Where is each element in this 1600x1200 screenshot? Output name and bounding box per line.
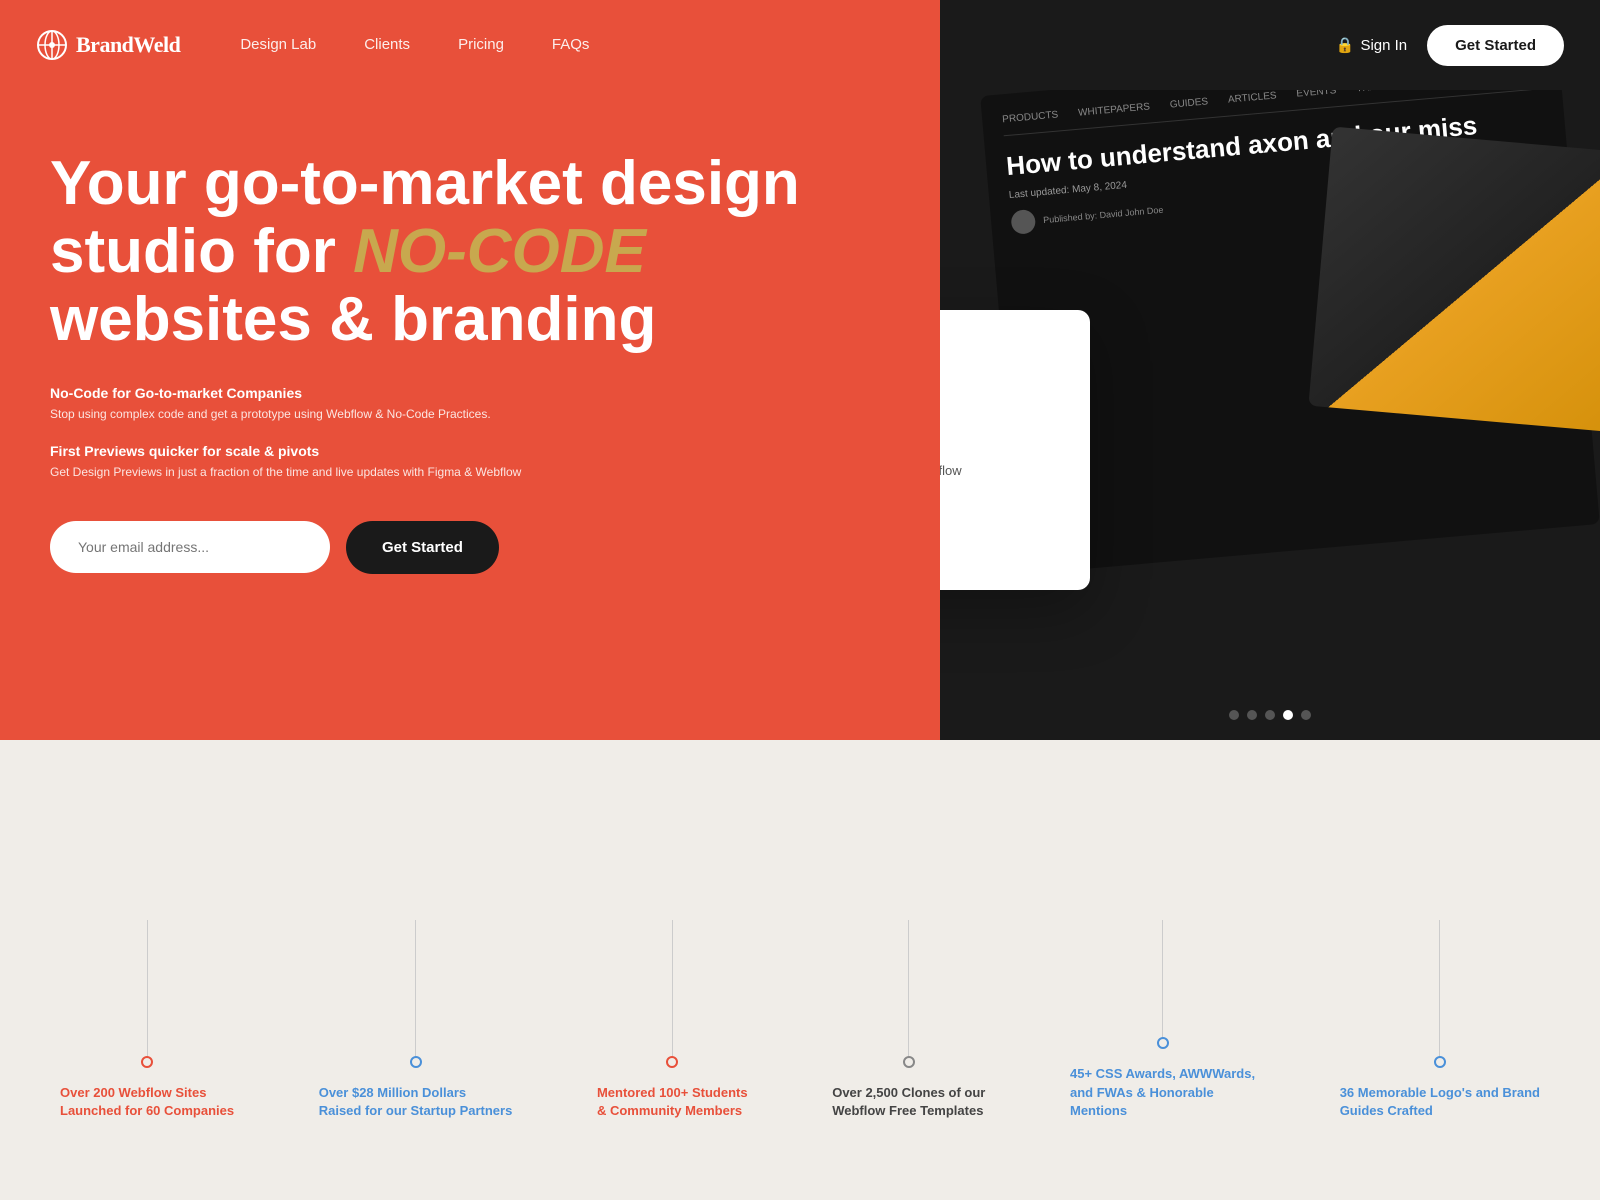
- stat-4-dot: [903, 1056, 915, 1068]
- stat-5-text: 45+ CSS Awards, AWWWards,and FWAs & Hono…: [1070, 1065, 1255, 1120]
- get-started-nav-button[interactable]: Get Started: [1427, 25, 1564, 66]
- stat-1-dot: [141, 1056, 153, 1068]
- dot-3[interactable]: [1265, 710, 1275, 720]
- card-type: Webdesign, Webflow: [940, 463, 1060, 478]
- stat-2-text: Over $28 Million DollarsRaised for our S…: [319, 1084, 513, 1120]
- stat-6: 36 Memorable Logo's and BrandGuides Craf…: [1340, 920, 1540, 1120]
- stat-5: 45+ CSS Awards, AWWWards,and FWAs & Hono…: [1070, 920, 1255, 1120]
- feature2-desc: Get Design Previews in just a fraction o…: [50, 463, 890, 481]
- stat-3: Mentored 100+ Students& Community Member…: [597, 920, 748, 1120]
- nav-item-events: EVENTS: [1296, 90, 1337, 100]
- hero-section: Your go-to-market design studio for NO-C…: [0, 90, 940, 740]
- axon-logo: AXON: [940, 340, 1060, 356]
- stat-5-dot: [1157, 1037, 1169, 1049]
- top-right-nav: 🔒 Sign In Get Started: [940, 0, 1600, 90]
- hero-cta: Get Started: [50, 521, 890, 574]
- yellow-car-mockup: [1308, 127, 1600, 434]
- nav-item-articles: ARTICLES: [1228, 90, 1278, 105]
- hero-heading: Your go-to-market design studio for NO-C…: [50, 150, 890, 355]
- email-input[interactable]: [50, 521, 330, 573]
- feature1-title: No-Code for Go-to-market Companies: [50, 385, 890, 401]
- stat-2: Over $28 Million DollarsRaised for our S…: [319, 920, 513, 1120]
- stat-2-line: [415, 920, 416, 1056]
- logo-icon: [36, 29, 68, 61]
- stat-4-text: Over 2,500 Clones of ourWebflow Free Tem…: [832, 1084, 985, 1120]
- dot-1[interactable]: [1229, 710, 1239, 720]
- stat-2-dot: [410, 1056, 422, 1068]
- hero-nocode: NO-CODE: [353, 217, 646, 286]
- hero-heading-line2: studio for: [50, 217, 353, 286]
- nav-item-products: PRODUCTS: [1002, 109, 1059, 125]
- author-avatar: [1010, 209, 1036, 235]
- brand-name: BrandWeld: [76, 32, 180, 58]
- nav-clients[interactable]: Clients: [364, 36, 410, 53]
- dot-4-active[interactable]: [1283, 710, 1293, 720]
- stat-6-text: 36 Memorable Logo's and BrandGuides Craf…: [1340, 1084, 1540, 1120]
- feature1-desc: Stop using complex code and get a protot…: [50, 405, 890, 423]
- stat-3-line: [672, 920, 673, 1056]
- card-url: http://axon.com: [940, 486, 1060, 501]
- mockup-container: PRODUCTS WHITEPAPERS GUIDES ARTICLES EVE…: [940, 90, 1600, 740]
- stat-6-line: [1439, 920, 1440, 1056]
- lock-icon: 🔒: [1336, 36, 1355, 54]
- sign-in-label: Sign In: [1360, 37, 1407, 54]
- get-started-button[interactable]: Get Started: [346, 521, 499, 574]
- hero-right-panel: PRODUCTS WHITEPAPERS GUIDES ARTICLES EVE…: [940, 90, 1600, 740]
- stat-4: Over 2,500 Clones of ourWebflow Free Tem…: [832, 920, 985, 1120]
- card-name: Axon: [940, 436, 1060, 457]
- stat-5-line: [1162, 920, 1163, 1037]
- stat-1-line: [147, 920, 148, 1056]
- dot-5[interactable]: [1301, 710, 1311, 720]
- nav-faqs[interactable]: FAQs: [552, 36, 590, 53]
- hero-features: No-Code for Go-to-market Companies Stop …: [50, 385, 890, 481]
- hero-heading-line1: Your go-to-market design: [50, 149, 800, 218]
- nav-item-training: TRAINING: [1356, 90, 1405, 94]
- stat-4-line: [908, 920, 909, 1056]
- stat-6-dot: [1434, 1056, 1446, 1068]
- nav-item-whitepapers: WHITEPAPERS: [1078, 101, 1151, 118]
- author-text: Published by: David John Doe: [1043, 205, 1164, 225]
- nav-design-lab[interactable]: Design Lab: [240, 36, 316, 53]
- hero-heading-line3: websites & branding: [50, 285, 656, 354]
- sign-in-button[interactable]: 🔒 Sign In: [1336, 36, 1407, 54]
- stats-bar: Over 200 Webflow SitesLaunched for 60 Co…: [0, 740, 1600, 1200]
- navbar: BrandWeld Design Lab Clients Pricing FAQ…: [0, 0, 940, 90]
- axon-card: AXON Axon Webdesign, Webflow http://axon…: [940, 310, 1090, 590]
- dot-2[interactable]: [1247, 710, 1257, 720]
- stat-3-text: Mentored 100+ Students& Community Member…: [597, 1084, 748, 1120]
- stat-3-dot: [666, 1056, 678, 1068]
- logo[interactable]: BrandWeld: [36, 29, 180, 61]
- carousel-dots: [1229, 710, 1311, 720]
- stat-1: Over 200 Webflow SitesLaunched for 60 Co…: [60, 920, 234, 1120]
- stat-1-text: Over 200 Webflow SitesLaunched for 60 Co…: [60, 1084, 234, 1120]
- nav-pricing[interactable]: Pricing: [458, 36, 504, 53]
- nav-item-guides: GUIDES: [1169, 96, 1208, 110]
- feature2-title: First Previews quicker for scale & pivot…: [50, 443, 890, 459]
